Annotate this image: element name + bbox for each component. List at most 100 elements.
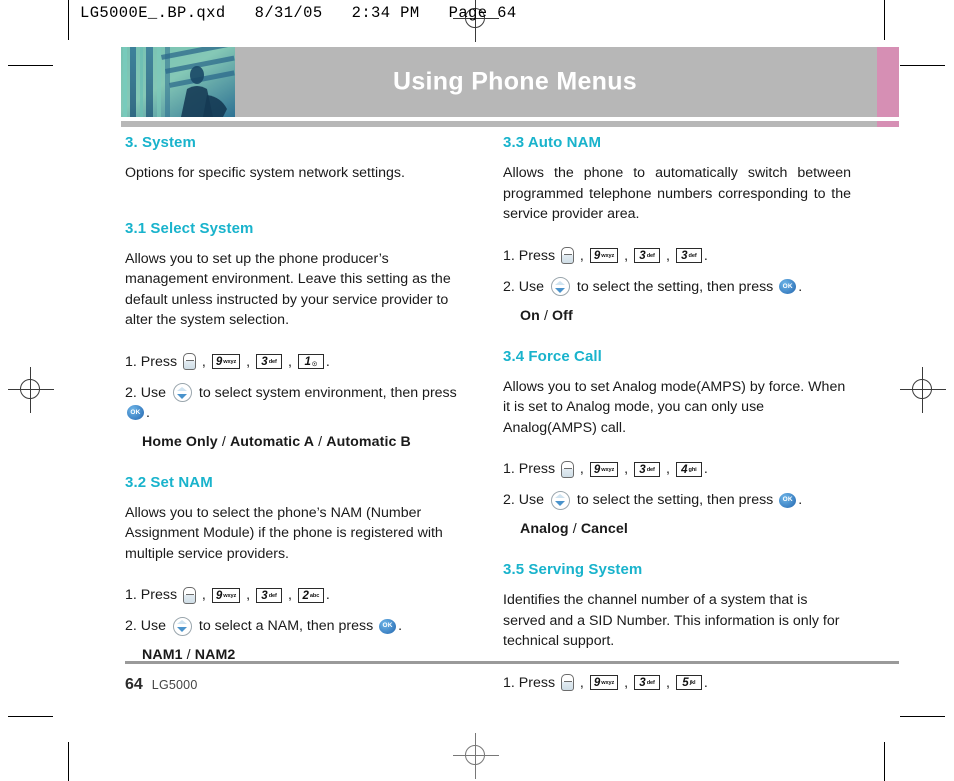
step-terminator: . <box>703 674 708 691</box>
manual-section: 3.5 Serving System Identifies the channel… <box>503 561 851 693</box>
chapter-banner-underbar <box>121 121 899 127</box>
option-value: Automatic A <box>229 433 315 450</box>
key-digit: 9 <box>215 589 223 602</box>
navigation-key-icon <box>550 490 570 510</box>
crop-mark-bottom-right-horizontal <box>900 716 945 717</box>
chapter-photo-thumbnail <box>121 47 235 117</box>
chapter-banner-accent <box>877 47 899 117</box>
step-instruction-text: to select a NAM, then press <box>194 618 378 634</box>
chapter-photo-artwork <box>121 47 235 117</box>
numeric-key-1-icon: 1 ☉ <box>297 354 324 369</box>
section-heading: 3.1 Select System <box>125 219 254 237</box>
option-value: Automatic B <box>326 433 411 450</box>
nav-up-arrow-icon <box>555 494 566 498</box>
key-digit: 9 <box>215 356 223 368</box>
key-separator: , <box>197 587 210 603</box>
step-terminator: . <box>146 404 150 421</box>
menu-key-icon <box>560 247 574 264</box>
key-separator: , <box>620 247 633 264</box>
key-digit: 9 <box>593 463 601 476</box>
key-digit: 5 <box>682 677 689 689</box>
key-digit: 3 <box>681 250 688 262</box>
step-instruction-text: to select the setting, then press <box>572 492 778 508</box>
instruction-step: 2. Use to select a NAM, then press OK. <box>125 616 473 636</box>
step-terminator: . <box>398 618 403 634</box>
key-digit: 3 <box>639 250 646 262</box>
instruction-step: 2. Use to select the setting, then press… <box>503 490 851 510</box>
numeric-key-3-icon: 3 def <box>634 461 661 477</box>
menu-key-icon <box>182 353 196 370</box>
option-separator: / <box>539 307 553 324</box>
ok-key-icon: OK <box>127 405 144 420</box>
key-sublabel: wxyz <box>601 680 615 686</box>
numeric-key-3-icon: 3 def <box>634 675 661 690</box>
section-body-text: Allows you to select the phone’s NAM (Nu… <box>125 504 443 562</box>
numeric-key-3-icon: 3 def <box>634 248 661 263</box>
key-sublabel: abc <box>309 592 320 599</box>
numeric-key-2-icon: 2 abc <box>297 587 324 603</box>
key-digit: 3 <box>639 677 646 689</box>
key-separator: , <box>284 353 296 370</box>
numeric-key-9-icon: 9 wxyz <box>211 354 241 369</box>
key-separator: , <box>620 461 633 477</box>
nav-down-arrow-icon <box>177 393 188 399</box>
key-separator: , <box>620 674 633 691</box>
key-digit: 3 <box>261 356 268 368</box>
instruction-step: 2. Use to select system environment, the… <box>125 383 473 423</box>
key-digit: 3 <box>261 589 268 602</box>
section-body-text: Allows you to set up the phone producer’… <box>125 250 451 329</box>
instruction-step: 1. Press , 9 wxyz , 3 def , 4 ghi. <box>503 459 851 479</box>
page-footer: 64 LG5000 <box>125 676 197 694</box>
step-terminator: . <box>703 247 708 264</box>
manual-page: LG5000E_.BP.qxd 8/31/05 2:34 PM Page 64 <box>0 0 954 781</box>
step-terminator: . <box>325 587 330 603</box>
registration-mark-ring <box>20 379 40 399</box>
key-sublabel: ghi <box>688 466 697 473</box>
key-separator: , <box>575 461 588 477</box>
key-digit: 9 <box>593 677 601 689</box>
instruction-step: 1. Press , 9 wxyz , 3 def , 1 ☉. <box>125 352 473 372</box>
crop-mark-bottom-left-vertical <box>68 742 69 781</box>
key-sublabel: wxyz <box>223 359 237 365</box>
numeric-key-3-icon: 3 def <box>256 587 283 603</box>
key-sublabel: wxyz <box>601 253 615 259</box>
nav-down-arrow-icon <box>555 287 566 293</box>
key-separator: , <box>242 587 255 603</box>
crop-mark-bottom-left-horizontal <box>8 716 53 717</box>
option-values: Analog / Cancel <box>520 521 851 537</box>
numeric-key-3-icon: 3 def <box>675 248 702 263</box>
manual-section: 3.3 Auto NAM Allows the phone to automati… <box>503 134 851 324</box>
numeric-key-9-icon: 9 wxyz <box>589 248 619 263</box>
numeric-key-9-icon: 9 wxyz <box>589 675 619 690</box>
nav-up-arrow-icon <box>177 386 188 391</box>
step-label: 2. Use <box>125 618 170 634</box>
registration-mark-left <box>8 367 54 413</box>
key-separator: , <box>197 353 210 370</box>
chapter-banner-underbar-accent <box>877 121 899 127</box>
footer-rule <box>125 661 899 664</box>
key-sublabel: def <box>646 253 655 259</box>
ok-key-icon: OK <box>779 279 797 294</box>
key-sublabel: def <box>688 253 697 259</box>
prepress-slug-line: LG5000E_.BP.qxd 8/31/05 2:34 PM Page 64 <box>80 4 517 22</box>
option-values: Home Only / Automatic A / Automatic B <box>142 434 473 450</box>
key-sublabel: def <box>268 592 277 599</box>
menu-key-icon <box>182 586 196 604</box>
key-sublabel: def <box>268 359 277 365</box>
step-label: 2. Use <box>125 384 170 401</box>
option-value: On <box>520 307 540 324</box>
key-separator: , <box>284 587 296 603</box>
key-separator: , <box>575 247 588 264</box>
menu-key-icon <box>560 674 574 691</box>
step-label: 1. Press <box>125 353 181 370</box>
key-sublabel: def <box>646 680 655 686</box>
key-sublabel: wxyz <box>223 592 237 599</box>
numeric-key-9-icon: 9 wxyz <box>589 461 619 477</box>
manual-section: 3.4 Force Call Allows you to set Analog m… <box>503 348 851 538</box>
step-terminator: . <box>798 492 803 508</box>
numeric-key-9-icon: 9 wxyz <box>211 587 241 603</box>
registration-mark-ring <box>465 745 485 765</box>
